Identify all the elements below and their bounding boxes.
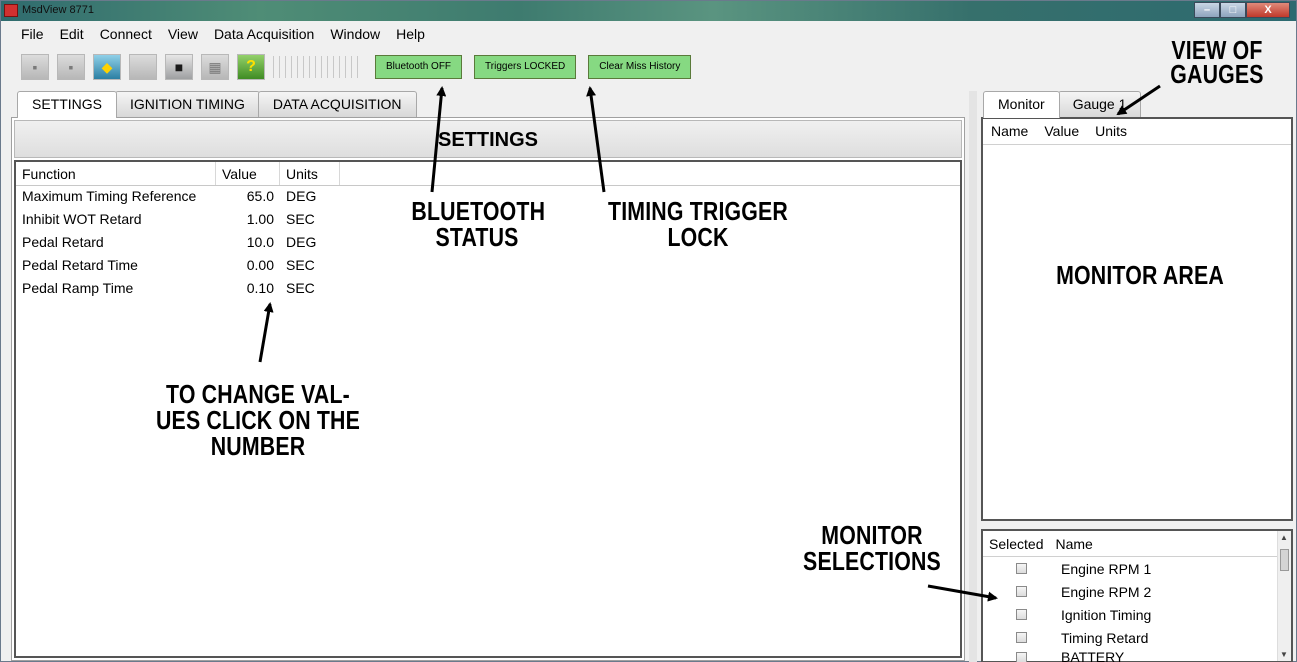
row-value[interactable]: 0.10 xyxy=(216,278,280,301)
column-units[interactable]: Units xyxy=(1087,119,1135,144)
clear-miss-history-button[interactable]: Clear Miss History xyxy=(588,55,692,79)
column-value[interactable]: Value xyxy=(1036,119,1087,144)
row-value[interactable]: 0.00 xyxy=(216,255,280,278)
save-icon[interactable]: ▪ xyxy=(57,54,85,80)
tab-settings[interactable]: SETTINGS xyxy=(17,91,118,118)
callout-bluetooth-status: BLUETOOTH STATUS xyxy=(411,196,546,252)
column-name[interactable]: Name xyxy=(1049,531,1098,556)
app-window: MsdView 8771 – □ X File Edit Connect Vie… xyxy=(0,0,1297,662)
monitor-panel: Name Value Units xyxy=(981,117,1293,521)
maximize-button[interactable]: □ xyxy=(1220,2,1246,18)
item-name: BATTERY xyxy=(1061,649,1125,662)
close-button[interactable]: X xyxy=(1246,2,1290,18)
scroll-up-icon[interactable]: ▲ xyxy=(1280,533,1288,542)
row-function: Pedal Retard Time xyxy=(22,257,138,273)
help-icon[interactable]: ? xyxy=(237,54,265,80)
panel-splitter[interactable] xyxy=(969,91,977,662)
row-units: SEC xyxy=(286,257,315,273)
selections-scrollbar[interactable]: ▲ ▼ xyxy=(1277,531,1291,661)
row-units: SEC xyxy=(286,280,315,296)
blank-icon[interactable] xyxy=(129,54,157,80)
row-units: DEG xyxy=(286,188,317,204)
selections-header: Selected Name xyxy=(983,531,1291,557)
column-units[interactable]: Units xyxy=(280,162,340,185)
bluetooth-status-button[interactable]: Bluetooth OFF xyxy=(375,55,463,79)
row-function: Pedal Ramp Time xyxy=(22,280,134,296)
row-value[interactable]: 1.00 xyxy=(216,209,280,232)
app-icon xyxy=(4,4,18,17)
callout-change-values: TO CHANGE VAL- UES CLICK ON THE NUMBER xyxy=(155,379,360,461)
minimize-button[interactable]: – xyxy=(1194,2,1220,18)
row-function: Inhibit WOT Retard xyxy=(22,211,142,227)
table-row: Pedal Retard Time 0.00 SEC xyxy=(16,255,960,278)
item-name: Engine RPM 1 xyxy=(1061,560,1152,577)
tab-gauge-1[interactable]: Gauge 1 xyxy=(1057,91,1142,117)
window-controls: – □ X xyxy=(1194,2,1290,19)
monitor-selections-panel: Selected Name Engine RPM 1 Engine RPM 2 … xyxy=(981,529,1293,662)
tab-ignition-timing[interactable]: IGNITION TIMING xyxy=(115,91,260,117)
menu-data-acquisition[interactable]: Data Acquisition xyxy=(206,23,322,45)
item-name: Ignition Timing xyxy=(1061,606,1152,623)
table-row: Pedal Ramp Time 0.10 SEC xyxy=(16,278,960,301)
column-name[interactable]: Name xyxy=(983,119,1036,144)
tab-data-acquisition[interactable]: DATA ACQUISITION xyxy=(257,91,417,117)
menu-connect[interactable]: Connect xyxy=(92,23,160,45)
open-icon[interactable]: ▪ xyxy=(21,54,49,80)
callout-timing-trigger-lock: TIMING TRIGGER LOCK xyxy=(608,196,788,252)
list-item: Ignition Timing xyxy=(983,603,1291,626)
menu-window[interactable]: Window xyxy=(322,23,388,45)
row-units: SEC xyxy=(286,211,315,227)
menu-edit[interactable]: Edit xyxy=(52,23,92,45)
main-tabs: SETTINGS IGNITION TIMING DATA ACQUISITIO… xyxy=(17,91,417,118)
select-checkbox[interactable] xyxy=(1016,609,1027,620)
list-item: Engine RPM 1 xyxy=(983,557,1291,580)
column-function[interactable]: Function xyxy=(16,162,216,185)
menu-help[interactable]: Help xyxy=(388,23,433,45)
callout-monitor-selections: MONITOR SELECTIONS xyxy=(803,520,941,576)
select-checkbox[interactable] xyxy=(1016,586,1027,597)
scroll-down-icon[interactable]: ▼ xyxy=(1280,650,1288,659)
grid-header: Function Value Units xyxy=(16,162,960,186)
toolbar: ▪ ▪ ◆ ■ ▦ ? Bluetooth OFF Triggers LOCKE… xyxy=(21,52,703,82)
row-value[interactable]: 65.0 xyxy=(216,186,280,209)
select-checkbox[interactable] xyxy=(1016,563,1027,574)
list-item: BATTERY xyxy=(983,649,1291,662)
callout-monitor-area: MONITOR AREA xyxy=(1056,260,1224,290)
row-value[interactable]: 10.0 xyxy=(216,232,280,255)
row-units: DEG xyxy=(286,234,317,250)
connect-icon[interactable]: ◆ xyxy=(93,54,121,80)
monitor-header: Name Value Units xyxy=(983,119,1291,145)
callout-view-of-gauges: VIEW OF GAUGES xyxy=(1170,35,1264,89)
device-icon[interactable]: ■ xyxy=(165,54,193,80)
title-bar: MsdView 8771 – □ X xyxy=(1,1,1296,21)
scroll-thumb[interactable] xyxy=(1280,549,1289,571)
list-item: Engine RPM 2 xyxy=(983,580,1291,603)
item-name: Engine RPM 2 xyxy=(1061,583,1152,600)
column-selected[interactable]: Selected xyxy=(983,531,1049,556)
triggers-lock-button[interactable]: Triggers LOCKED xyxy=(474,55,577,79)
menu-view[interactable]: View xyxy=(160,23,206,45)
row-function: Maximum Timing Reference xyxy=(22,188,197,204)
select-checkbox[interactable] xyxy=(1016,632,1027,643)
item-name: Timing Retard xyxy=(1061,629,1149,646)
toolbar-separator xyxy=(273,56,363,78)
window-title: MsdView 8771 xyxy=(22,4,94,16)
monitor-tabs: Monitor Gauge 1 xyxy=(983,91,1142,118)
grid-icon[interactable]: ▦ xyxy=(201,54,229,80)
menu-bar: File Edit Connect View Data Acquisition … xyxy=(1,23,433,45)
tab-monitor[interactable]: Monitor xyxy=(983,91,1060,118)
list-item: Timing Retard xyxy=(983,626,1291,649)
column-value[interactable]: Value xyxy=(216,162,280,185)
menu-file[interactable]: File xyxy=(13,23,52,45)
settings-header: SETTINGS xyxy=(14,120,962,158)
select-checkbox[interactable] xyxy=(1016,651,1027,662)
row-function: Pedal Retard xyxy=(22,234,104,250)
